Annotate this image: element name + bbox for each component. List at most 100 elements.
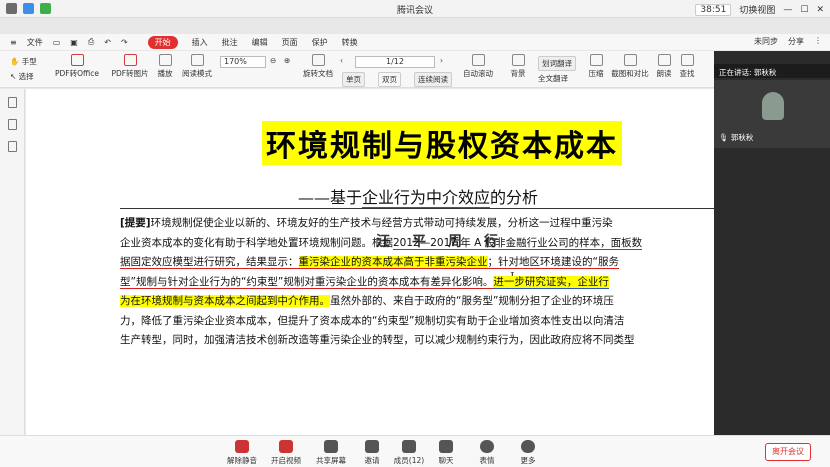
abstract-text-run: 2012—2017 年 A 股非金融行业公司的样本，面板数 <box>393 236 643 250</box>
save-icon[interactable]: ▣ <box>70 38 78 47</box>
tab-edit[interactable]: 编辑 <box>252 37 268 48</box>
reactions-button[interactable]: 表情 <box>467 440 507 466</box>
tab-insert[interactable]: 插入 <box>192 37 208 48</box>
background-button[interactable]: 背景 <box>506 54 530 79</box>
zoom-in-icon[interactable]: ⊕ <box>284 56 290 65</box>
abstract-text-run: 环境规制促使企业以新的、环境友好的生产技术与经营方式带动可持续发展，分析这一过程… <box>150 217 613 229</box>
meeting-toolbar: 解除静音 开启视频 共享屏幕 邀请 成员(12) 聊天 表情 更多 离开会议 <box>0 435 830 467</box>
annotation-icon[interactable] <box>8 141 17 152</box>
abstract-text-run: 力，降低了重污染企业资本成本，但提升了资本成本的“约束型”规制切实有助于企业增加… <box>120 314 625 327</box>
meeting-timer: 38:51 <box>695 3 732 16</box>
abstract-text-run: ；针对地区环境建设的“服务 <box>487 256 619 269</box>
abstract-line: 力，降低了重污染企业资本成本，但提升了资本成本的“约束型”规制切实有助于企业增加… <box>120 312 714 332</box>
abstract-line: 据固定效应模型进行研究，结果显示：重污染企业的资本成本高于非重污染企业；针对地区… <box>120 253 714 273</box>
share-screen-button[interactable]: 共享屏幕 <box>311 440 351 466</box>
print-icon[interactable]: ⎙ <box>88 37 94 47</box>
search-icon <box>680 54 694 66</box>
read-mode-button[interactable]: 阅读模式 <box>178 54 216 79</box>
meeting-title-bar: 腾讯会议 38:51 切换视图 — ☐ ✕ <box>0 0 830 18</box>
read-mode-icon <box>190 54 204 66</box>
speaking-indicator: 正在讲话: 郭秋秋 <box>714 64 830 78</box>
more-icon[interactable]: ⋮ <box>814 36 822 47</box>
more-dots-icon <box>521 440 535 453</box>
chat-button[interactable]: 聊天 <box>426 440 466 466</box>
start-video-button[interactable]: 开启视频 <box>266 440 306 466</box>
members-icon <box>402 440 416 453</box>
screenshot-compare-button[interactable]: 截图和对比 <box>608 54 652 79</box>
invite-button[interactable]: 邀请 <box>352 440 392 466</box>
abstract-line: 生产转型，同时，加强清洁技术创新改造等重污染企业的转型，可以减少规制约束行为，因… <box>120 331 714 351</box>
abstract-text-run: 生产转型，同时，加强清洁技术创新改造等重污染企业的转型，可以减少规制约束行为，因… <box>120 334 635 346</box>
undo-icon[interactable]: ↶ <box>104 38 111 47</box>
abstract-top-rule <box>120 208 714 209</box>
share-screen-icon <box>324 440 338 453</box>
switch-view-button[interactable]: 切换视图 <box>739 3 775 16</box>
more-button[interactable]: 更多 <box>508 440 548 466</box>
zoom-select[interactable]: 170% <box>220 56 266 68</box>
mic-muted-icon <box>235 440 249 453</box>
tab-home[interactable]: 开始 <box>147 35 178 49</box>
find-button[interactable]: 查找 <box>676 54 698 79</box>
abstract-text-run: 重污染企业的资本成本高于非重污染企业 <box>298 256 488 269</box>
chat-icon <box>439 440 453 453</box>
open-icon[interactable]: ▭ <box>53 38 61 47</box>
full-translate-button[interactable]: 全文翻译 <box>538 73 568 84</box>
moon-icon <box>511 54 525 66</box>
share-button[interactable]: 分享 <box>788 36 804 47</box>
left-sidebar <box>0 89 25 435</box>
tab-convert[interactable]: 转换 <box>342 37 358 48</box>
participant-video-tile[interactable]: 🎙 郭秋秋 <box>714 80 830 148</box>
minimize-icon[interactable]: — <box>783 5 792 15</box>
next-page-icon[interactable]: › <box>440 56 443 65</box>
members-button[interactable]: 成员(12) <box>389 440 429 466</box>
rotate-icon <box>311 54 325 66</box>
abstract-text-run: 型”规制与针对企业行为的“约束型”规制对重污染企业的资本成本有差异化影响。 <box>120 275 494 289</box>
select-tool[interactable]: ↖ 选择 <box>10 71 34 82</box>
tab-annotate[interactable]: 批注 <box>222 37 238 48</box>
close-icon[interactable]: ✕ <box>816 5 824 15</box>
file-menu[interactable]: 文件 <box>27 37 43 48</box>
abstract-text-run: 企业资本成本的变化有助于科学地处置环境规制问题。根据 <box>120 236 393 249</box>
maximize-icon[interactable]: ☐ <box>800 5 808 15</box>
pdf-to-office-button[interactable]: PDF转Office <box>52 54 102 79</box>
double-page-button[interactable]: 双页 <box>378 72 401 87</box>
subtitle-underlined-phrase: 企业行为中介效应 <box>362 188 491 209</box>
single-page-button[interactable]: 单页 <box>342 72 365 87</box>
tab-page[interactable]: 页面 <box>282 37 298 48</box>
continuous-read-button[interactable]: 连续阅读 <box>414 72 452 87</box>
hamburger-icon[interactable]: ≡ <box>10 38 17 47</box>
rotate-button[interactable]: 旋转文档 <box>300 54 336 79</box>
compress-icon <box>589 54 603 66</box>
page-number-input[interactable]: 1/12 <box>355 56 435 68</box>
bookmark-icon[interactable] <box>8 97 17 108</box>
sync-status[interactable]: 未同步 <box>754 36 778 47</box>
word-translate-button[interactable]: 划词翻译 <box>538 56 576 71</box>
abstract-text-run: [提要] <box>120 217 151 229</box>
emoji-icon <box>480 440 494 453</box>
scissors-icon <box>623 54 637 66</box>
abstract-line: 企业资本成本的变化有助于科学地处置环境规制问题。根据2012—2017 年 A … <box>120 234 714 254</box>
redo-icon[interactable]: ↷ <box>121 38 128 47</box>
zoom-out-icon[interactable]: ⊖ <box>270 56 276 65</box>
camera-off-icon <box>279 440 293 453</box>
pdf-to-image-button[interactable]: PDF转图片 <box>108 54 152 79</box>
leave-meeting-button[interactable]: 离开会议 <box>765 443 811 461</box>
abstract-paragraph: [提要]环境规制促使企业以新的、环境友好的生产技术与经营方式带动可持续发展，分析… <box>120 214 714 351</box>
pdf-to-image-icon <box>123 54 137 66</box>
play-button[interactable]: 播放 <box>154 54 176 79</box>
abstract-text-run: 虽然外部的、来自于政府的“服务型”规制分担了企业的环境压 <box>330 295 614 307</box>
auto-scroll-icon <box>471 54 485 66</box>
thumbnail-icon[interactable] <box>8 119 17 130</box>
speaker-icon <box>657 54 671 66</box>
abstract-text-run: 据固定效应模型进行研究，结果显示： <box>120 256 299 269</box>
document-title: 环境规制与股权资本成本 <box>262 121 622 165</box>
unmute-button[interactable]: 解除静音 <box>222 440 262 466</box>
tab-protect[interactable]: 保护 <box>312 37 328 48</box>
hand-tool[interactable]: ✋ 手型 <box>10 56 37 67</box>
read-aloud-button[interactable]: 朗读 <box>654 54 674 79</box>
pdf-to-office-icon <box>70 54 84 66</box>
play-icon <box>158 54 172 66</box>
compress-button[interactable]: 压缩 <box>584 54 608 79</box>
auto-scroll-button[interactable]: 自动滚动 <box>458 54 498 79</box>
prev-page-icon[interactable]: ‹ <box>340 56 343 65</box>
